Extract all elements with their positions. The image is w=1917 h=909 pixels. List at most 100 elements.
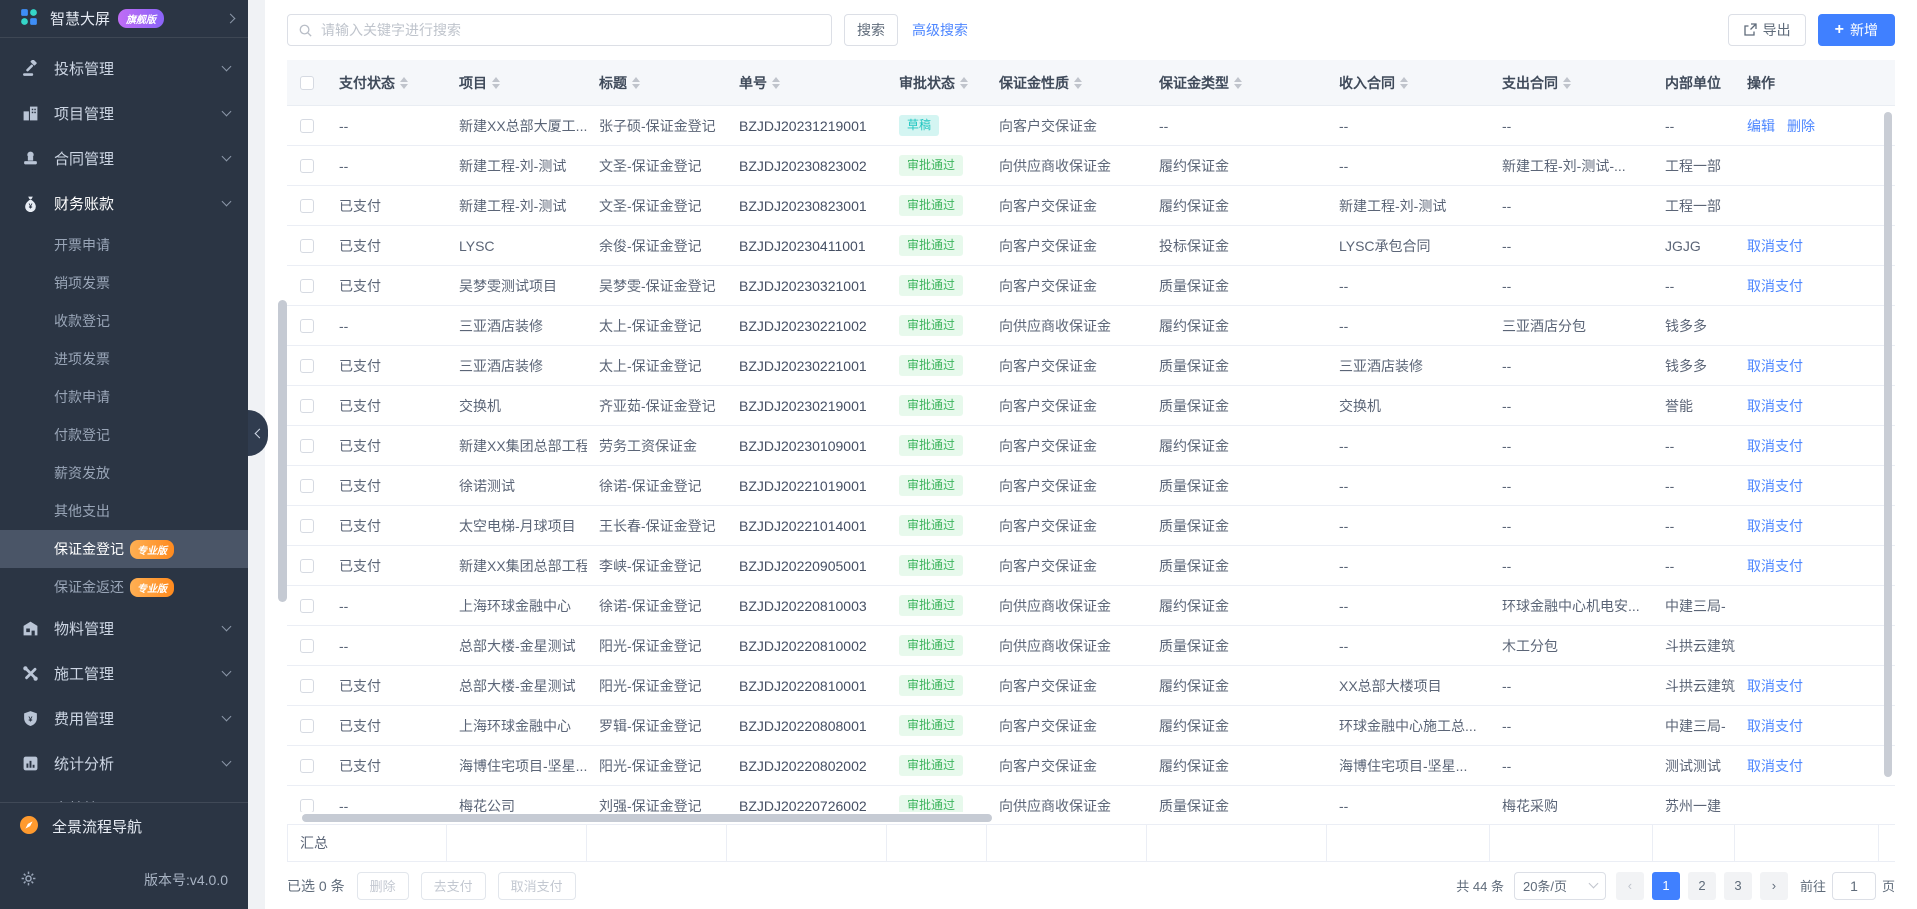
sort-icon[interactable] — [772, 77, 780, 89]
sidebar-item-statistics[interactable]: 统计分析 — [0, 741, 248, 786]
row-checkbox[interactable] — [300, 439, 314, 453]
cell-pay: 已支付 — [327, 276, 447, 296]
search-button[interactable]: 搜索 — [844, 14, 898, 46]
advanced-search-link[interactable]: 高级搜索 — [912, 20, 968, 40]
cell-income: -- — [1327, 518, 1490, 534]
sidebar-subitem[interactable]: 付款登记 — [0, 416, 248, 454]
summary-cell — [1327, 825, 1490, 861]
row-checkbox[interactable] — [300, 759, 314, 773]
vertical-scrollbar-thumb[interactable] — [1884, 112, 1892, 777]
sidebar-item-finance[interactable]: ¥财务账款 — [0, 181, 248, 226]
export-button[interactable]: 导出 — [1728, 14, 1806, 46]
row-checkbox[interactable] — [300, 159, 314, 173]
row-checkbox[interactable] — [300, 519, 314, 533]
search-input[interactable] — [321, 22, 821, 38]
row-checkbox[interactable] — [300, 719, 314, 733]
row-checkbox[interactable] — [300, 599, 314, 613]
column-header-label: 单号 — [739, 73, 767, 93]
sidebar-subitem[interactable]: 保证金返还专业版 — [0, 568, 248, 606]
sidebar-subitem[interactable]: 付款申请 — [0, 378, 248, 416]
add-button[interactable]: + 新增 — [1818, 14, 1895, 46]
column-header[interactable]: 审批状态 — [887, 73, 987, 93]
horizontal-scrollbar-thumb[interactable] — [302, 814, 992, 822]
sort-icon[interactable] — [632, 77, 640, 89]
sort-icon[interactable] — [492, 77, 500, 89]
sidebar-subitem[interactable]: 保证金登记专业版 — [0, 530, 248, 568]
delete-link[interactable]: 删除 — [1787, 118, 1815, 134]
sidebar-subitem[interactable]: 薪资发放 — [0, 454, 248, 492]
plus-icon: + — [1835, 22, 1844, 38]
sidebar-subitem[interactable]: 进项发票 — [0, 340, 248, 378]
page-button-1[interactable]: 1 — [1652, 872, 1680, 900]
row-checkbox[interactable] — [300, 239, 314, 253]
cell-nature: 向客户交保证金 — [987, 196, 1147, 216]
cancel-payment-link[interactable]: 取消支付 — [1747, 678, 1803, 694]
batch-pay-button[interactable]: 去支付 — [421, 872, 486, 900]
column-header-label: 操作 — [1747, 73, 1775, 93]
row-checkbox[interactable] — [300, 319, 314, 333]
cancel-payment-link[interactable]: 取消支付 — [1747, 718, 1803, 734]
row-checkbox[interactable] — [300, 479, 314, 493]
row-checkbox-cell — [287, 119, 327, 133]
row-checkbox[interactable] — [300, 679, 314, 693]
row-checkbox[interactable] — [300, 359, 314, 373]
page-size-select[interactable]: 20条/页 — [1514, 872, 1606, 900]
column-header[interactable]: 支出合同 — [1490, 73, 1653, 93]
row-checkbox[interactable] — [300, 559, 314, 573]
cell-operations: 编辑删除 — [1735, 116, 1879, 136]
cancel-payment-link[interactable]: 取消支付 — [1747, 438, 1803, 454]
page-button-2[interactable]: 2 — [1688, 872, 1716, 900]
sidebar-item-expense[interactable]: ¥费用管理 — [0, 696, 248, 741]
sidebar-subitem[interactable]: 收款登记 — [0, 302, 248, 340]
batch-delete-button[interactable]: 删除 — [357, 872, 409, 900]
sort-icon[interactable] — [1234, 77, 1242, 89]
cancel-payment-link[interactable]: 取消支付 — [1747, 518, 1803, 534]
sort-icon[interactable] — [1563, 77, 1571, 89]
row-checkbox[interactable] — [300, 199, 314, 213]
row-checkbox[interactable] — [300, 799, 314, 813]
row-checkbox[interactable] — [300, 399, 314, 413]
batch-cancel-payment-button[interactable]: 取消支付 — [498, 872, 576, 900]
edit-link[interactable]: 编辑 — [1747, 118, 1775, 134]
sort-icon[interactable] — [1074, 77, 1082, 89]
cancel-payment-link[interactable]: 取消支付 — [1747, 758, 1803, 774]
column-header[interactable]: 项目 — [447, 73, 587, 93]
cancel-payment-link[interactable]: 取消支付 — [1747, 358, 1803, 374]
sort-icon[interactable] — [960, 77, 968, 89]
sort-icon[interactable] — [400, 77, 408, 89]
sidebar-item-label: 费用管理 — [54, 708, 114, 729]
sidebar-item-smart-screen[interactable]: 智慧大屏 旗舰版 — [0, 0, 248, 38]
cancel-payment-link[interactable]: 取消支付 — [1747, 238, 1803, 254]
sidebar-item-material[interactable]: 物料管理 — [0, 606, 248, 651]
goto-page-input[interactable] — [1832, 872, 1876, 900]
cancel-payment-link[interactable]: 取消支付 — [1747, 478, 1803, 494]
next-page-button[interactable]: › — [1760, 872, 1788, 900]
sidebar-item-project[interactable]: 项目管理 — [0, 91, 248, 136]
page-button-3[interactable]: 3 — [1724, 872, 1752, 900]
row-checkbox-cell — [287, 319, 327, 333]
sidebar-item-process-navigation[interactable]: 全景流程导航 — [0, 802, 248, 850]
column-header[interactable]: 保证金性质 — [987, 73, 1147, 93]
cancel-payment-link[interactable]: 取消支付 — [1747, 398, 1803, 414]
sidebar-item-bidding[interactable]: 投标管理 — [0, 46, 248, 91]
sort-icon[interactable] — [1400, 77, 1408, 89]
column-header[interactable]: 保证金类型 — [1147, 73, 1327, 93]
select-all-checkbox[interactable] — [300, 76, 314, 90]
gear-icon[interactable] — [20, 870, 37, 890]
column-header[interactable]: 标题 — [587, 73, 727, 93]
sidebar-subitem[interactable]: 其他支出 — [0, 492, 248, 530]
column-header[interactable]: 支付状态 — [327, 73, 447, 93]
sidebar-subitem[interactable]: 销项发票 — [0, 264, 248, 302]
prev-page-button[interactable]: ‹ — [1616, 872, 1644, 900]
cancel-payment-link[interactable]: 取消支付 — [1747, 278, 1803, 294]
row-checkbox[interactable] — [300, 119, 314, 133]
row-checkbox[interactable] — [300, 639, 314, 653]
sidebar-item-construction[interactable]: 施工管理 — [0, 651, 248, 696]
sidebar-subitem[interactable]: 开票申请 — [0, 226, 248, 264]
row-checkbox[interactable] — [300, 279, 314, 293]
sidebar-item-contract[interactable]: 合同管理 — [0, 136, 248, 181]
column-header[interactable]: 单号 — [727, 73, 887, 93]
sidebar-scrollbar[interactable] — [278, 300, 287, 602]
cancel-payment-link[interactable]: 取消支付 — [1747, 558, 1803, 574]
column-header[interactable]: 收入合同 — [1327, 73, 1490, 93]
